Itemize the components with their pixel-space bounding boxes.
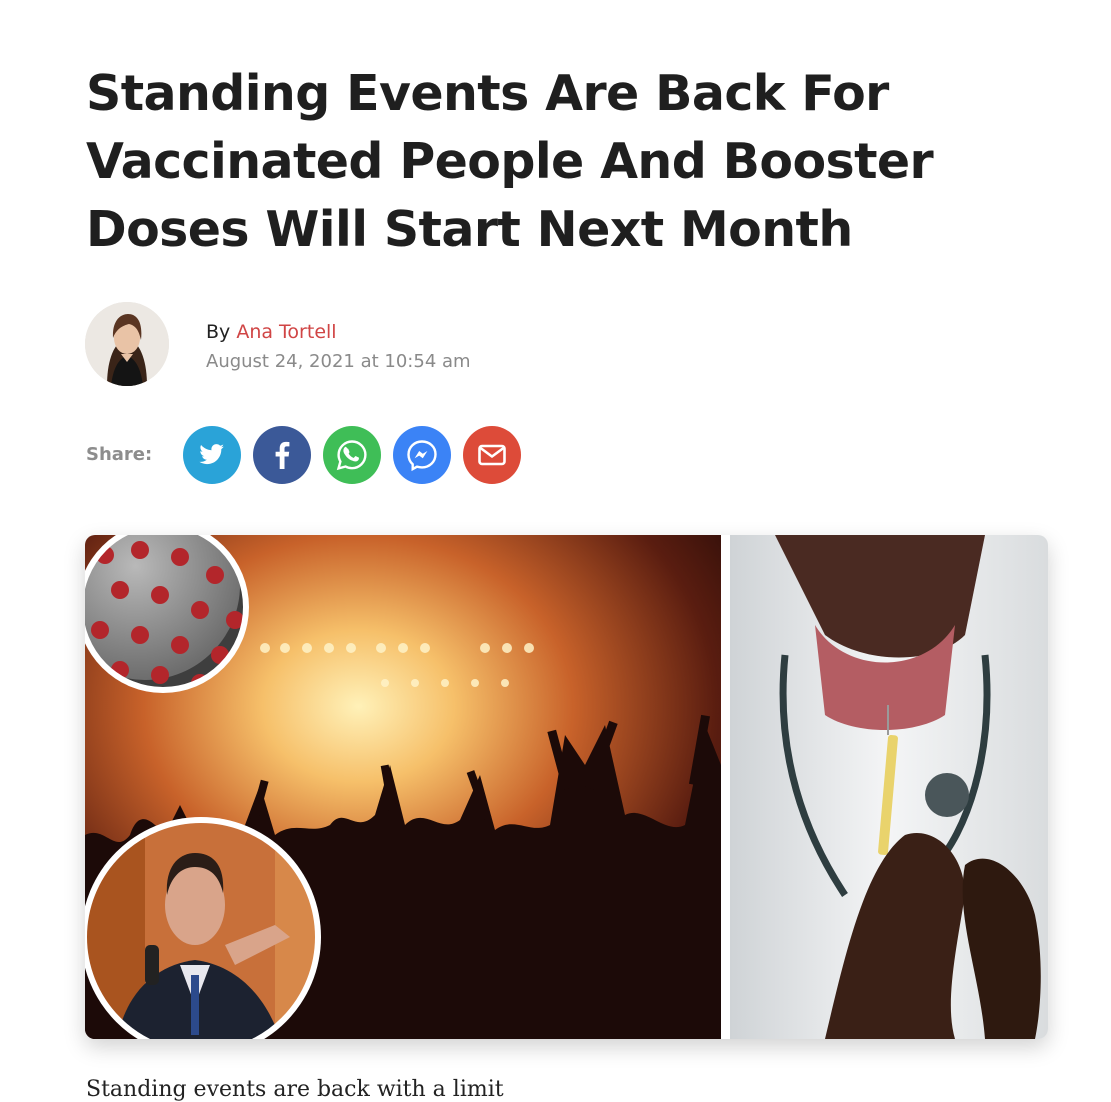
hero-collage (85, 535, 1048, 1039)
hero-image[interactable] (85, 535, 1048, 1039)
share-facebook-button[interactable] (253, 426, 311, 484)
facebook-f-icon (253, 426, 311, 484)
whatsapp-button-bg (323, 426, 381, 484)
twitter-bird-icon (183, 426, 241, 484)
share-email-button[interactable] (463, 426, 521, 484)
doctor-photo (730, 535, 1048, 1039)
author-avatar[interactable] (85, 302, 169, 386)
author-link[interactable]: Ana Tortell (236, 321, 336, 343)
article-headline: Standing Events Are Back For Vaccinated … (86, 65, 934, 258)
byline-prefix: By (206, 321, 231, 343)
article: Standing Events Are Back For Vaccinated … (0, 0, 1111, 1102)
messenger-bolt-icon (393, 426, 451, 484)
share-twitter-button[interactable] (183, 426, 241, 484)
whatsapp-phone-icon (323, 426, 381, 484)
article-intro: Standing events are back with a limit (86, 1077, 504, 1102)
publish-date: August 24, 2021 at 10:54 am (206, 351, 471, 372)
share-messenger-button[interactable] (393, 426, 451, 484)
share-whatsapp-button[interactable] (323, 426, 381, 484)
share-label: Share: (86, 444, 153, 465)
envelope-icon (463, 426, 521, 484)
author-avatar-image (85, 302, 169, 386)
byline: By Ana Tortell (206, 321, 337, 343)
